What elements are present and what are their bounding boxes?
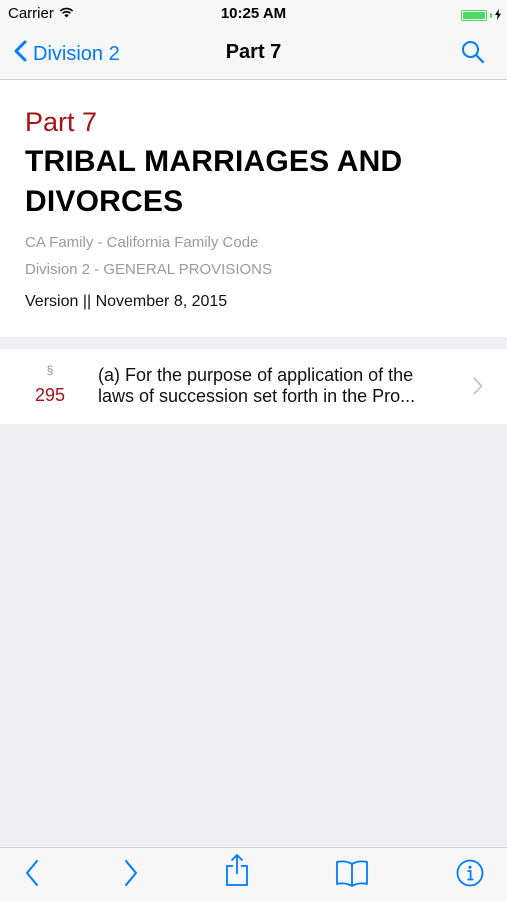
section-number: 295: [34, 385, 66, 405]
battery-fill: [463, 12, 485, 19]
status-bar: Carrier 10:25 AM: [0, 0, 507, 28]
section-row[interactable]: § 295 (a) For the purpose of application…: [0, 349, 507, 424]
search-button[interactable]: [461, 40, 485, 69]
section-preview: (a) For the purpose of application of th…: [98, 365, 416, 406]
toolbar-bookmarks-button[interactable]: [336, 860, 368, 890]
toolbar-forward-button[interactable]: [115, 859, 147, 892]
breadcrumb-division: Division 2 - GENERAL PROVISIONS: [25, 261, 273, 278]
toolbar-share-button[interactable]: [221, 853, 253, 887]
battery-tip: [490, 13, 492, 18]
info-icon: [456, 859, 484, 892]
battery-indicator: [461, 7, 501, 24]
bottom-toolbar: [0, 847, 507, 901]
forward-arrow-icon: [123, 859, 139, 892]
page-title: Part 7: [225, 41, 282, 63]
status-time: 10:25 AM: [220, 5, 287, 22]
toolbar-info-button[interactable]: [454, 859, 486, 892]
toolbar-back-button[interactable]: [16, 859, 48, 892]
version-label: Version || November 8, 2015: [25, 293, 228, 310]
breadcrumb-code: CA Family - California Family Code: [25, 234, 259, 251]
battery-icon: [461, 10, 487, 21]
part-header-card: Part 7 TRIBAL MARRIAGES AND DIVORCES CA …: [0, 80, 507, 337]
book-icon: [335, 859, 369, 892]
part-title: TRIBAL MARRIAGES AND DIVORCES: [25, 145, 403, 218]
section-symbol: §: [46, 363, 54, 377]
charging-bolt-icon: [495, 7, 501, 24]
navigation-bar: Division 2 Part 7: [0, 28, 507, 80]
search-icon: [461, 41, 485, 68]
back-arrow-icon: [24, 859, 40, 892]
share-icon: [224, 853, 250, 892]
part-label: Part 7: [25, 107, 98, 137]
chevron-right-icon: [473, 377, 483, 400]
